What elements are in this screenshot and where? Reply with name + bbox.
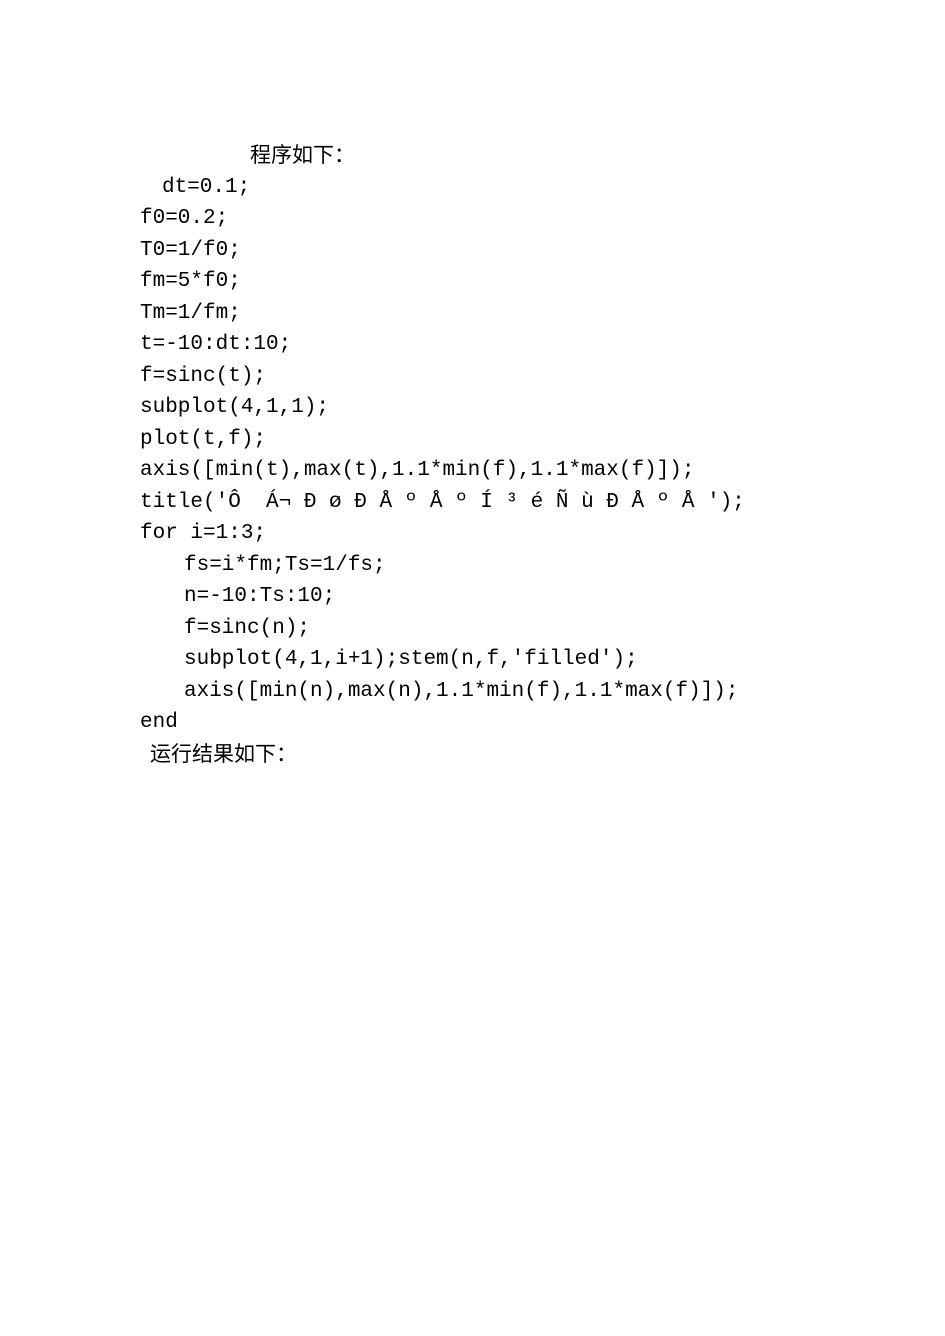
code-line: f=sinc(t); bbox=[140, 361, 885, 393]
code-line: axis([min(t),max(t),1.1*min(f),1.1*max(f… bbox=[140, 455, 885, 487]
code-line: title('Ô Á¬ Ð ø Ð Å º Å º Í ³ é Ñ ù Ð Å … bbox=[140, 487, 885, 519]
code-line: subplot(4,1,1); bbox=[140, 392, 885, 424]
document-page: 程序如下： dt=0.1; f0=0.2; T0=1/f0; fm=5*f0; … bbox=[0, 0, 945, 830]
code-line: t=-10:dt:10; bbox=[140, 329, 885, 361]
code-line: f=sinc(n); bbox=[140, 613, 885, 645]
code-line: n=-10:Ts:10; bbox=[140, 581, 885, 613]
code-line: for i=1:3; bbox=[140, 518, 885, 550]
code-line: dt=0.1; bbox=[140, 172, 885, 204]
code-line: axis([min(n),max(n),1.1*min(f),1.1*max(f… bbox=[140, 676, 885, 708]
code-line: fs=i*fm;Ts=1/fs; bbox=[140, 550, 885, 582]
code-line: plot(t,f); bbox=[140, 424, 885, 456]
intro-text: 程序如下： bbox=[140, 140, 885, 172]
code-line: T0=1/f0; bbox=[140, 235, 885, 267]
code-line: fm=5*f0; bbox=[140, 266, 885, 298]
code-line: end bbox=[140, 707, 885, 739]
code-line: subplot(4,1,i+1);stem(n,f,'filled'); bbox=[140, 644, 885, 676]
code-line: f0=0.2; bbox=[140, 203, 885, 235]
code-line: Tm=1/fm; bbox=[140, 298, 885, 330]
result-text: 运行结果如下： bbox=[140, 739, 885, 771]
